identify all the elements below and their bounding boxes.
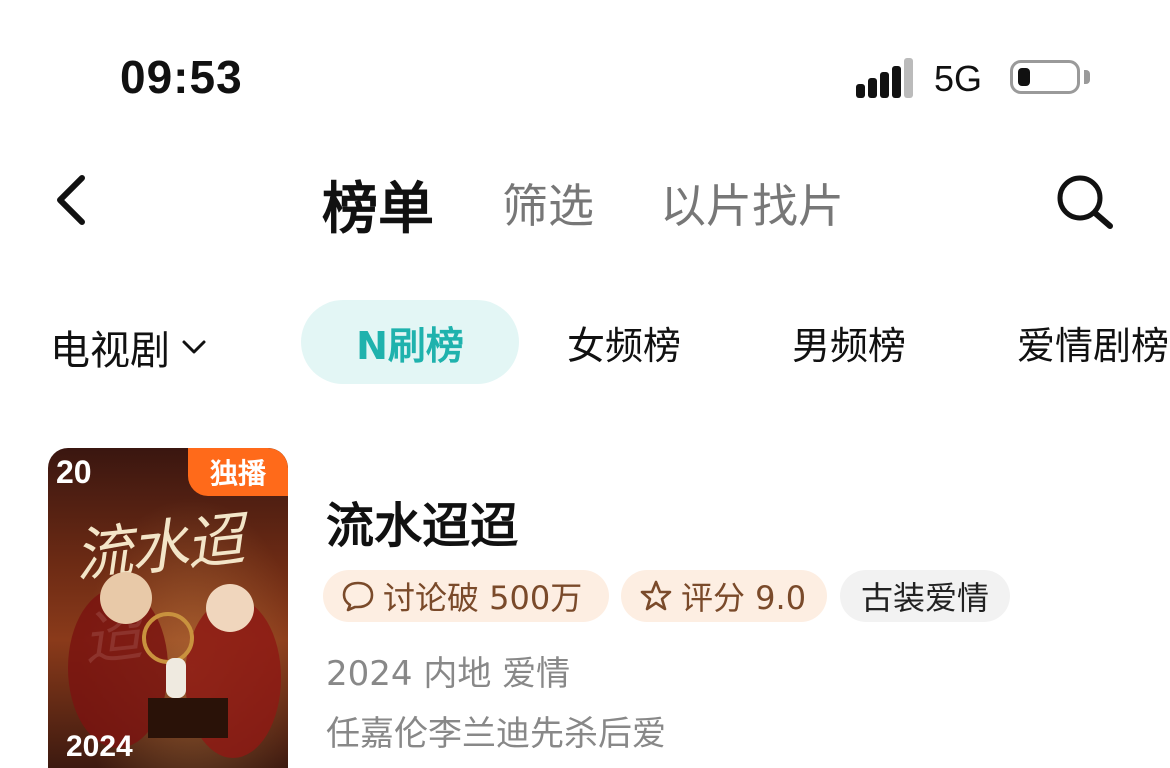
rank-tab-n-watch[interactable]: N刷榜 — [301, 300, 519, 384]
genre-tag: 古装爱情 — [840, 570, 1010, 622]
discuss-label: 讨论破 500万 — [383, 579, 583, 617]
network-label: 5G — [934, 58, 983, 99]
rank-tab-romance[interactable]: 爱情剧榜 — [1017, 300, 1169, 384]
status-time: 09:53 — [120, 51, 243, 103]
chat-bubble-icon — [342, 581, 374, 612]
signal-icon — [856, 58, 914, 98]
item-meta: 2024 内地 爱情 — [326, 654, 571, 694]
tab-find-by-film[interactable]: 以片找片 — [660, 170, 844, 236]
item-description: 任嘉伦李兰迪先杀后爱 — [326, 714, 666, 754]
rank-tab-female[interactable]: 女频榜 — [567, 300, 681, 384]
battery-tip — [1084, 70, 1090, 84]
search-button[interactable] — [1052, 170, 1118, 230]
battery-icon — [1010, 60, 1080, 94]
rank-tab-male[interactable]: 男频榜 — [792, 300, 906, 384]
rating-label: 评分 9.0 — [681, 579, 807, 617]
poster-figures — [68, 572, 281, 758]
category-dropdown[interactable]: 电视剧 — [50, 318, 208, 376]
poster[interactable]: 20 独播 流水迢迢 2024 — [48, 448, 288, 768]
discuss-tag: 讨论破 500万 — [323, 570, 609, 622]
back-icon — [57, 175, 85, 225]
tab-ranking[interactable]: 榜单 — [322, 164, 434, 245]
search-icon — [1057, 175, 1113, 229]
poster-year: 2024 — [66, 730, 133, 763]
star-icon — [640, 580, 672, 611]
back-button[interactable] — [48, 170, 98, 230]
category-label: 电视剧 — [50, 328, 170, 374]
chevron-down-icon — [182, 340, 206, 354]
rating-tag: 评分 9.0 — [621, 570, 827, 622]
item-title[interactable]: 流水迢迢 — [326, 486, 518, 556]
tab-filter[interactable]: 筛选 — [502, 170, 594, 236]
